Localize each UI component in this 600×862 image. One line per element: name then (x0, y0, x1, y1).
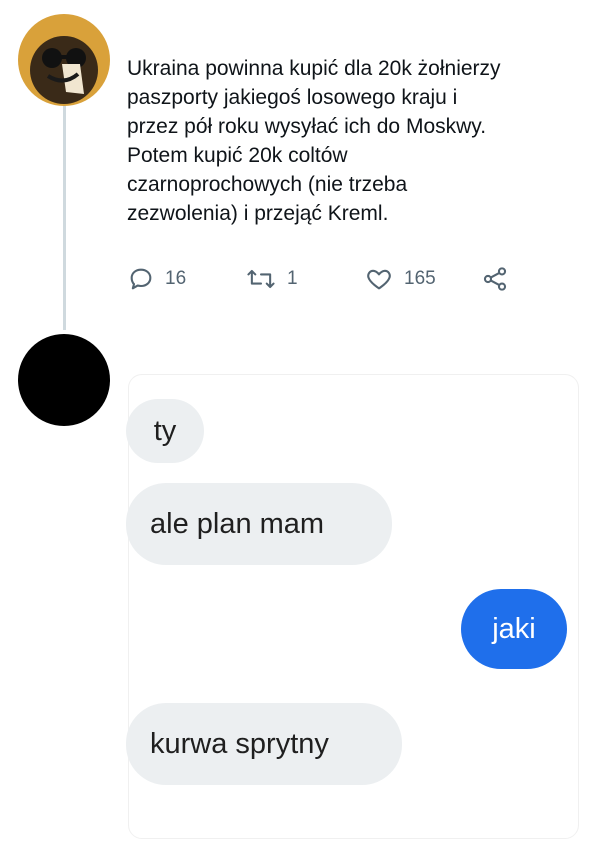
reply-avatar[interactable] (18, 334, 110, 426)
retweet-icon (247, 269, 275, 289)
reply-icon (130, 268, 152, 290)
like-button[interactable]: 165 (364, 265, 436, 293)
avatar-image (18, 14, 110, 106)
reply-count: 16 (165, 268, 187, 289)
retweet-count: 1 (287, 268, 298, 289)
share-icon (483, 267, 507, 291)
thread-line (63, 105, 66, 330)
tweet-text: Ukraina powinna kupić dla 20k żołnierzy … (127, 57, 501, 225)
share-button[interactable] (481, 265, 509, 293)
author-avatar[interactable] (18, 14, 110, 106)
chat-message-incoming: kurwa sprytny (126, 703, 402, 785)
reply-button[interactable]: 16 (127, 265, 186, 293)
chat-screenshot: ty ale plan mam jaki kurwa sprytny (126, 374, 579, 839)
like-count: 165 (404, 268, 436, 289)
chat-message-incoming: ale plan mam (126, 483, 392, 565)
heart-icon (367, 269, 391, 290)
tweet-actions: 16 1 165 (127, 265, 527, 297)
chat-message-incoming: ty (126, 399, 204, 463)
retweet-button[interactable]: 1 (245, 265, 298, 293)
chat-message-outgoing: jaki (461, 589, 567, 669)
